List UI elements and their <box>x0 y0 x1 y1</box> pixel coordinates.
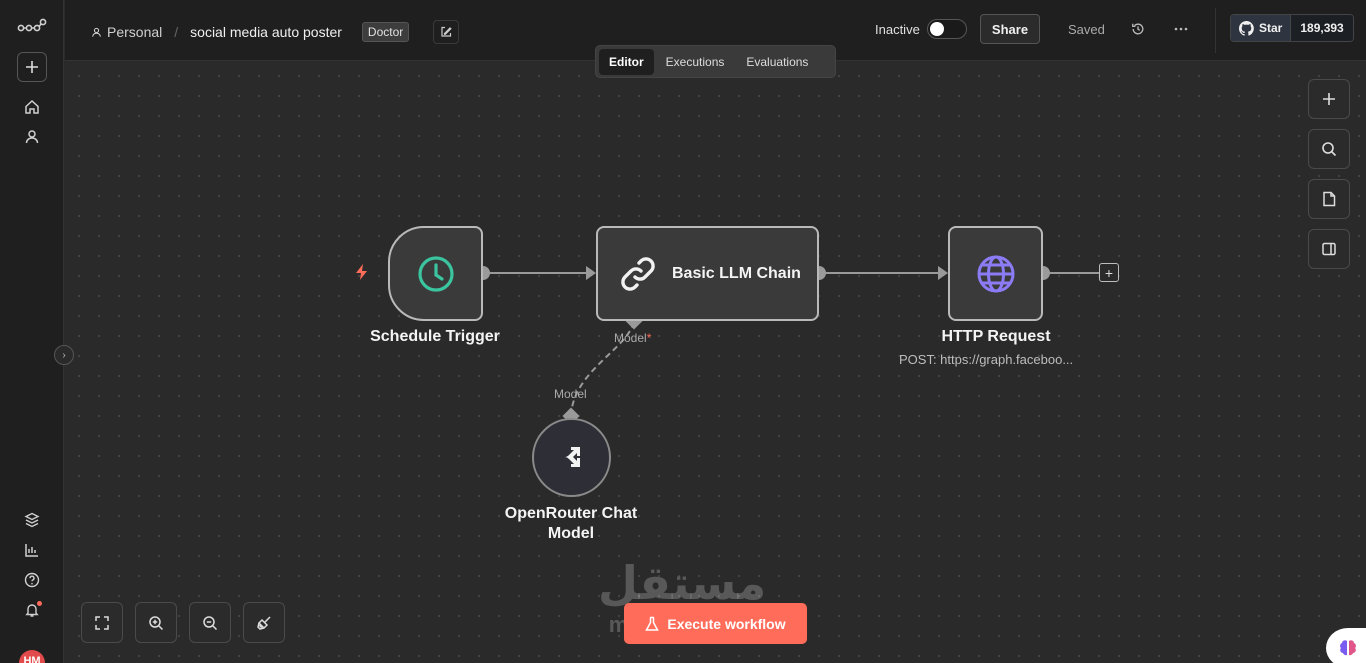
help-icon[interactable] <box>17 565 47 595</box>
brain-icon <box>1340 640 1356 656</box>
breadcrumb: Personal / social media auto poster Doct… <box>91 20 460 44</box>
clock-icon <box>417 255 454 292</box>
notification-dot <box>37 601 42 606</box>
share-button[interactable]: Share <box>980 14 1040 44</box>
breadcrumb-separator: / <box>174 24 179 40</box>
execute-workflow-button[interactable]: Execute workflow <box>624 603 807 644</box>
panel-icon <box>1322 242 1336 256</box>
tab-executions[interactable]: Executions <box>656 49 735 75</box>
toggle-panel-button[interactable] <box>1308 229 1350 269</box>
node-openrouter-chat-model[interactable] <box>532 418 611 497</box>
toggle-knob <box>930 22 944 36</box>
zoom-to-fit-button[interactable] <box>81 602 123 643</box>
github-star-count: 189,393 <box>1291 15 1353 41</box>
avatar[interactable]: HM <box>19 650 45 663</box>
history-icon[interactable] <box>1128 19 1148 39</box>
github-star-label: Star <box>1259 21 1283 35</box>
search-icon <box>1322 142 1337 157</box>
broom-icon <box>257 615 271 630</box>
node-title-openrouter-chat-model: OpenRouter Chat Model <box>504 505 638 542</box>
execute-workflow-label: Execute workflow <box>667 615 786 632</box>
header-divider <box>1215 8 1216 53</box>
status-label: Inactive <box>875 21 920 37</box>
tab-editor[interactable]: Editor <box>599 48 654 75</box>
sticky-note-icon <box>1323 191 1336 207</box>
user-small-icon <box>92 27 101 37</box>
expand-sidebar-chevron-icon[interactable]: › <box>54 345 74 365</box>
github-star-button[interactable]: Star 189,393 <box>1230 14 1354 42</box>
trigger-bolt-icon <box>355 264 369 285</box>
saved-status: Saved <box>1068 22 1105 37</box>
github-icon <box>1239 20 1254 36</box>
edit-tags-icon[interactable] <box>433 20 460 44</box>
create-button[interactable] <box>17 52 47 82</box>
user-icon[interactable] <box>17 122 47 152</box>
node-http-request[interactable] <box>948 226 1043 321</box>
add-next-node-button[interactable]: + <box>1099 263 1119 282</box>
tab-evaluations[interactable]: Evaluations <box>736 49 818 75</box>
workflow-canvas[interactable] <box>65 62 1366 663</box>
node-basic-llm-chain[interactable]: Basic LLM Chain <box>596 226 819 321</box>
tidy-up-button[interactable] <box>243 602 285 643</box>
zoom-in-button[interactable] <box>135 602 177 643</box>
ai-assistant-button[interactable] <box>1326 628 1366 663</box>
workflow-tag[interactable]: Doctor <box>361 22 410 42</box>
notifications-bell-icon[interactable] <box>17 595 47 625</box>
add-sticky-note-button[interactable] <box>1308 179 1350 219</box>
globe-icon <box>977 255 1014 292</box>
flask-icon <box>645 616 660 631</box>
more-options-icon[interactable] <box>1169 17 1193 41</box>
openrouter-icon <box>556 446 580 467</box>
breadcrumb-project-label: Personal <box>107 24 163 40</box>
fit-view-icon <box>95 615 109 630</box>
link-icon <box>621 256 655 291</box>
view-tabs: Editor Executions Evaluations <box>595 45 836 78</box>
templates-icon[interactable] <box>17 505 47 535</box>
add-node-button[interactable] <box>1308 79 1350 119</box>
zoom-in-icon <box>149 615 164 630</box>
node-title-schedule-trigger: Schedule Trigger <box>370 328 500 345</box>
sidebar: HM <box>0 0 64 663</box>
node-title-http-request: HTTP Request <box>941 328 1051 345</box>
n8n-logo-icon[interactable] <box>17 12 47 42</box>
insights-chart-icon[interactable] <box>17 535 47 565</box>
openrouter-port-label: Model <box>554 387 587 401</box>
node-subtitle-http-request: POST: https://graph.faceboo... <box>899 352 1074 367</box>
breadcrumb-project[interactable]: Personal <box>91 24 162 40</box>
home-icon[interactable] <box>17 92 47 122</box>
model-port-label: Model* <box>614 331 652 345</box>
node-title-basic-llm-chain: Basic LLM Chain <box>672 264 801 282</box>
search-nodes-button[interactable] <box>1308 129 1350 169</box>
zoom-out-button[interactable] <box>189 602 231 643</box>
zoom-out-icon <box>203 615 218 630</box>
active-toggle[interactable] <box>927 19 967 39</box>
node-schedule-trigger[interactable] <box>388 226 483 321</box>
workflow-name[interactable]: social media auto poster <box>190 24 342 40</box>
